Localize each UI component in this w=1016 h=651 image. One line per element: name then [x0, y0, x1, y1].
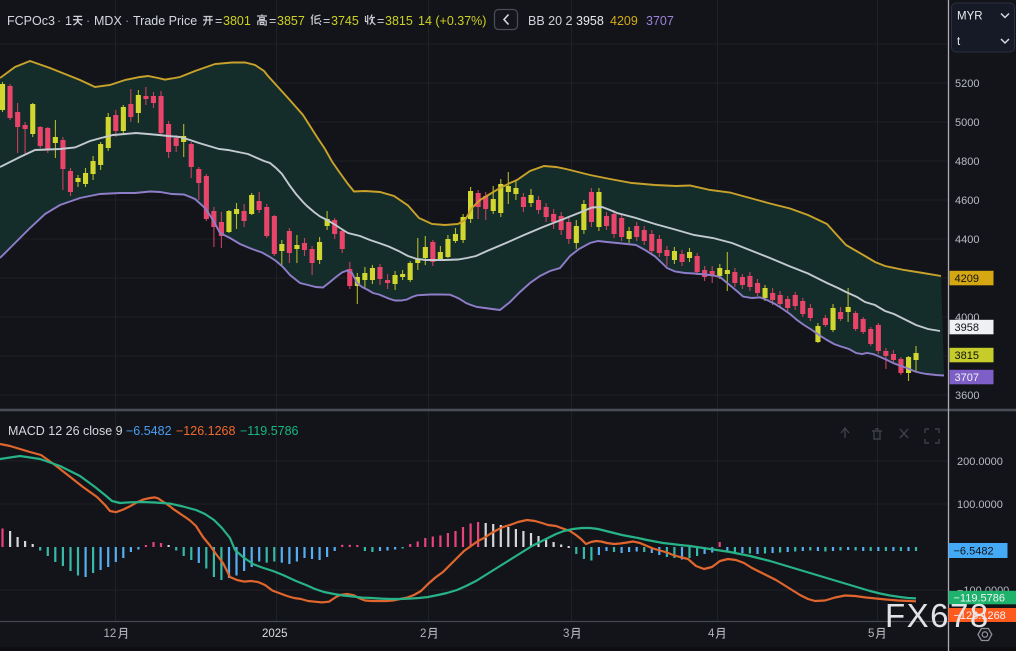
svg-text:=: =: [377, 14, 384, 28]
svg-text:100.0000: 100.0000: [957, 499, 1003, 511]
svg-text:14 (+0.37%): 14 (+0.37%): [418, 14, 486, 28]
svg-text:=: =: [215, 14, 222, 28]
svg-text:3857: 3857: [277, 14, 305, 28]
svg-text:3815: 3815: [385, 14, 413, 28]
svg-text:3745: 3745: [331, 14, 359, 28]
svg-text:3707: 3707: [955, 372, 979, 384]
svg-text:3: 3: [563, 628, 569, 640]
svg-text:3815: 3815: [955, 350, 979, 362]
svg-text:5: 5: [868, 628, 874, 640]
svg-text:4: 4: [708, 628, 715, 640]
svg-text:Trade Price: Trade Price: [133, 14, 197, 28]
svg-text:MYR: MYR: [957, 11, 983, 23]
svg-text:=: =: [323, 14, 330, 28]
svg-text:FX678: FX678: [885, 597, 990, 634]
svg-text:2: 2: [420, 628, 426, 640]
svg-text:−126.1268: −126.1268: [176, 424, 235, 438]
svg-text:4800: 4800: [955, 156, 979, 168]
svg-text:−119.5786: −119.5786: [240, 424, 299, 438]
svg-text:12: 12: [104, 628, 117, 640]
svg-text:5200: 5200: [955, 78, 979, 90]
svg-text:200.0000: 200.0000: [957, 456, 1003, 468]
svg-text:4400: 4400: [955, 234, 979, 246]
svg-text:1: 1: [65, 14, 72, 28]
svg-text:−6.5482: −6.5482: [954, 546, 994, 558]
svg-text:3801: 3801: [223, 14, 251, 28]
svg-text:4209: 4209: [955, 273, 979, 285]
svg-text:·: ·: [57, 14, 61, 28]
svg-text:·: ·: [86, 14, 90, 28]
svg-text:3958: 3958: [955, 322, 979, 334]
svg-text:·: ·: [125, 14, 129, 28]
svg-text:FCPOc3: FCPOc3: [7, 14, 55, 28]
svg-text:MDX: MDX: [94, 14, 122, 28]
svg-text:=: =: [269, 14, 276, 28]
svg-text:MACD 12 26 close 9: MACD 12 26 close 9: [8, 424, 123, 438]
svg-text:5000: 5000: [955, 117, 979, 129]
svg-text:−6.5482: −6.5482: [126, 424, 172, 438]
svg-text:3600: 3600: [955, 390, 979, 402]
svg-text:3707: 3707: [646, 14, 674, 28]
svg-text:3958: 3958: [576, 14, 604, 28]
svg-text:4209: 4209: [610, 14, 638, 28]
svg-text:2025: 2025: [262, 628, 288, 640]
svg-text:4600: 4600: [955, 195, 979, 207]
svg-text:BB 20 2: BB 20 2: [528, 14, 573, 28]
